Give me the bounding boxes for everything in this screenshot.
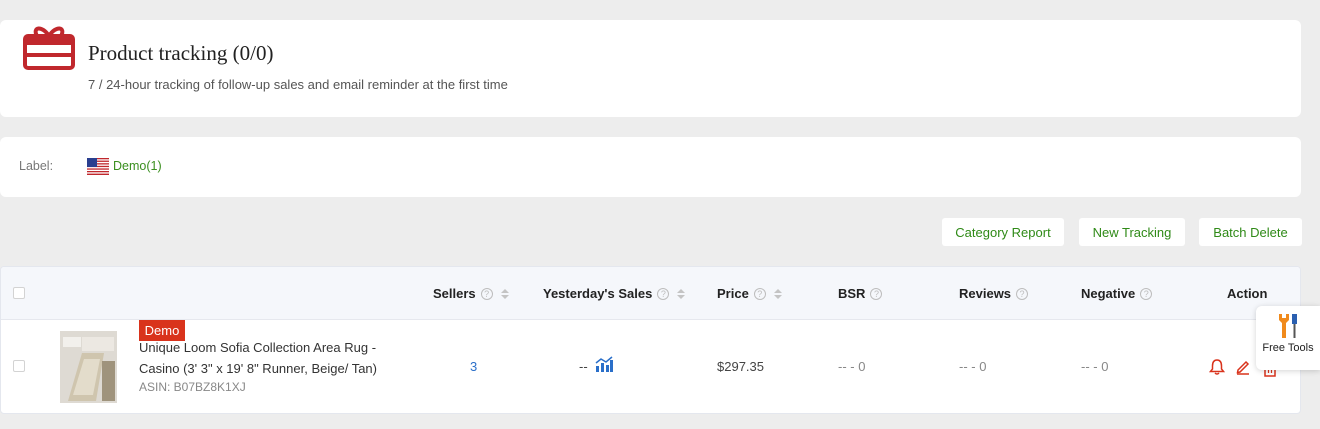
help-icon[interactable]: ? [1140, 287, 1153, 300]
column-price-label: Price [717, 286, 749, 301]
product-thumbnail[interactable] [60, 331, 117, 403]
rug-image [60, 331, 117, 403]
label-demo-link[interactable]: Demo(1) [113, 159, 162, 173]
column-reviews-label: Reviews [959, 286, 1012, 301]
column-action-label: Action [1227, 286, 1268, 301]
sort-icon[interactable] [500, 288, 509, 299]
us-flag-icon [87, 158, 109, 175]
sales-trend-icon[interactable] [595, 356, 613, 372]
product-asin: ASIN: B07BZ8K1XJ [139, 380, 246, 394]
tracking-table: Sellers ? Yesterday's Sales ? Price ? BS… [0, 266, 1301, 414]
price-value: $297.35 [717, 359, 764, 374]
column-negative-label: Negative [1081, 286, 1136, 301]
select-all-checkbox[interactable] [13, 287, 25, 299]
column-yesterday-sales[interactable]: Yesterday's Sales ? [543, 286, 686, 301]
header-card [0, 20, 1301, 117]
sort-icon[interactable] [677, 288, 686, 299]
help-icon[interactable]: ? [480, 287, 493, 300]
edit-icon[interactable] [1235, 359, 1251, 375]
row-checkbox[interactable] [13, 360, 25, 372]
column-bsr: BSR ? [838, 286, 883, 301]
column-negative: Negative ? [1081, 286, 1153, 301]
table-header: Sellers ? Yesterday's Sales ? Price ? BS… [1, 267, 1300, 320]
bsr-value: -- - 0 [838, 359, 866, 374]
label-card [0, 137, 1301, 197]
category-report-button[interactable]: Category Report [942, 218, 1064, 246]
free-tools-widget[interactable]: Free Tools [1256, 306, 1320, 370]
gift-box-icon [23, 26, 75, 70]
help-icon[interactable]: ? [657, 287, 670, 300]
help-icon[interactable]: ? [870, 287, 883, 300]
new-tracking-button[interactable]: New Tracking [1079, 218, 1185, 246]
bell-icon[interactable] [1209, 359, 1225, 375]
help-icon[interactable]: ? [1016, 287, 1029, 300]
negative-value: -- - 0 [1081, 359, 1109, 374]
label-title: Label: [19, 159, 54, 173]
column-reviews: Reviews ? [959, 286, 1029, 301]
free-tools-label: Free Tools [1262, 342, 1314, 354]
column-price[interactable]: Price ? [717, 286, 782, 301]
wrench-screwdriver-icon [1279, 314, 1297, 338]
column-yesterday-sales-label: Yesterday's Sales [543, 286, 653, 301]
yesterday-sales-value: -- [579, 359, 588, 374]
page-title: Product tracking (0/0) [88, 41, 274, 65]
page-subtitle: 7 / 24-hour tracking of follow-up sales … [88, 77, 508, 92]
column-action: Action [1227, 286, 1267, 301]
reviews-value: -- - 0 [959, 359, 987, 374]
batch-delete-button[interactable]: Batch Delete [1199, 218, 1302, 246]
sort-icon[interactable] [773, 288, 782, 299]
sellers-value[interactable]: 3 [470, 359, 477, 374]
help-icon[interactable]: ? [753, 287, 766, 300]
column-sellers[interactable]: Sellers ? [433, 286, 509, 301]
product-name[interactable]: Unique Loom Sofia Collection Area Rug - … [139, 337, 399, 379]
column-sellers-label: Sellers [433, 286, 476, 301]
column-bsr-label: BSR [838, 286, 866, 301]
